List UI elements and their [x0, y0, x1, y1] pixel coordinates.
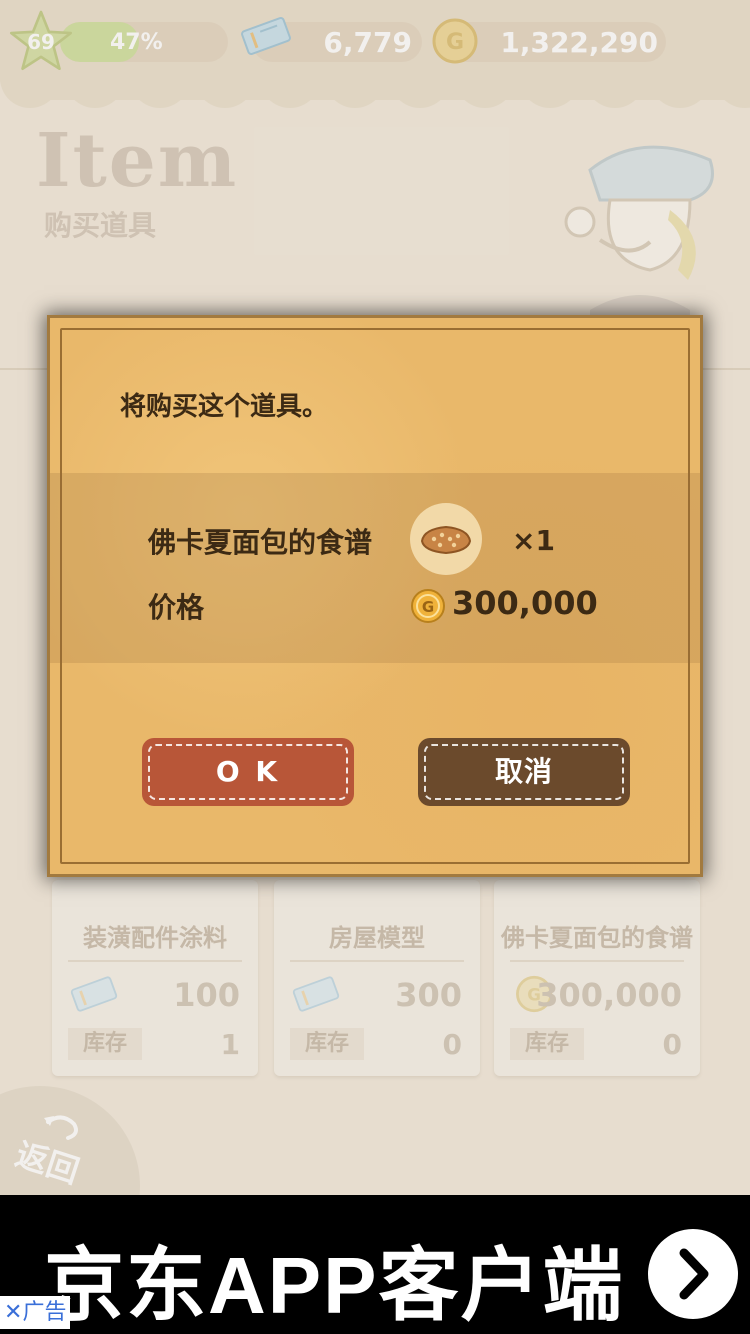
focaccia-recipe-icon — [410, 503, 482, 575]
ad-label-text: 广告 — [22, 1300, 67, 1325]
ad-close-label[interactable]: ✕广告 — [0, 1296, 71, 1329]
ok-button[interactable]: O K — [142, 738, 354, 806]
cancel-button[interactable]: 取消 — [418, 738, 630, 806]
ad-text: 京东APP客户端 — [44, 1241, 625, 1330]
chevron-right-icon — [679, 1248, 709, 1300]
dialog-price: 300,000 — [452, 584, 598, 622]
ad-banner[interactable]: 京东APP客户端 ✕广告 — [0, 1195, 750, 1334]
dialog-item-name: 佛卡夏面包的食谱 — [148, 526, 373, 559]
dialog-quantity: ×1 — [512, 524, 555, 557]
close-icon[interactable]: ✕ — [4, 1300, 22, 1325]
dialog-price-label: 价格 — [148, 591, 205, 624]
bread-icon — [420, 525, 472, 555]
coin-icon: G — [411, 589, 445, 623]
ad-open-button[interactable] — [648, 1229, 738, 1319]
svg-text:G: G — [422, 598, 434, 616]
purchase-dialog: 将购买这个道具。 佛卡夏面包的食谱 ×1 价格 G 300,000 O K 取消 — [50, 318, 700, 874]
dialog-message: 将购买这个道具。 — [120, 392, 329, 422]
dialog-detail-band — [50, 473, 700, 663]
